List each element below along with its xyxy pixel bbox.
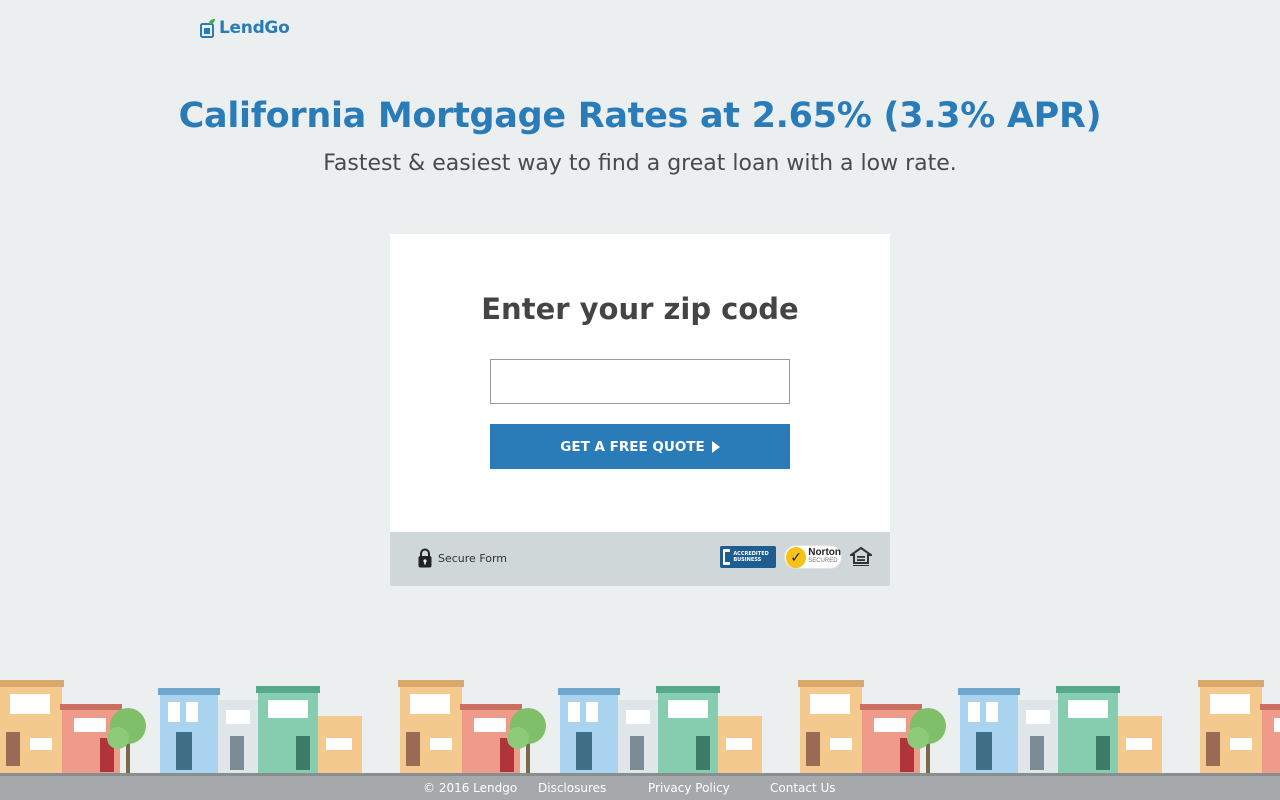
get-free-quote-button[interactable]: GET A FREE QUOTE: [490, 424, 790, 469]
footer-link-contact-us[interactable]: Contact Us: [770, 781, 836, 795]
zip-form-card: Enter your zip code GET A FREE QUOTE Sec…: [390, 234, 890, 586]
secure-form-label: Secure Form: [438, 551, 508, 565]
bbb-icon: [723, 549, 734, 565]
page-footer: © 2016 Lendgo Disclosures Privacy Policy…: [0, 776, 1280, 800]
norton-name: Norton: [808, 547, 841, 558]
checkmark-icon: ✓: [786, 546, 807, 568]
page-headline: California Mortgage Rates at 2.65% (3.3%…: [178, 96, 1102, 136]
bbb-accredited-badge[interactable]: ACCREDITED BUSINESS: [720, 546, 776, 568]
page-subheadline: Fastest & easiest way to find a great lo…: [323, 151, 957, 176]
equal-housing-opportunity-icon: [850, 546, 872, 566]
form-title: Enter your zip code: [481, 292, 799, 326]
logo-icon: [200, 19, 215, 38]
lendgo-logo[interactable]: LendGo: [200, 18, 290, 38]
get-free-quote-label: GET A FREE QUOTE: [560, 438, 705, 455]
logo-text: LendGo: [219, 18, 290, 38]
copyright-text: © 2016 Lendgo: [423, 781, 518, 795]
trust-badges: ACCREDITED BUSINESS ✓ Norton SECURED: [720, 545, 872, 569]
card-trust-footer: Secure Form ACCREDITED BUSINESS ✓ Norton…: [390, 532, 890, 586]
zip-code-input[interactable]: [490, 359, 790, 404]
houses-illustration: [0, 680, 1280, 776]
lock-icon: [418, 548, 432, 568]
footer-link-disclosures[interactable]: Disclosures: [538, 781, 606, 795]
norton-sub: SECURED: [808, 558, 838, 564]
bbb-badge-text: ACCREDITED BUSINESS: [733, 551, 769, 563]
secure-form-indicator: Secure Form: [418, 548, 507, 568]
norton-secured-badge[interactable]: ✓ Norton SECURED: [784, 545, 842, 569]
play-arrow-icon: [711, 440, 720, 453]
footer-link-privacy-policy[interactable]: Privacy Policy: [648, 781, 730, 795]
